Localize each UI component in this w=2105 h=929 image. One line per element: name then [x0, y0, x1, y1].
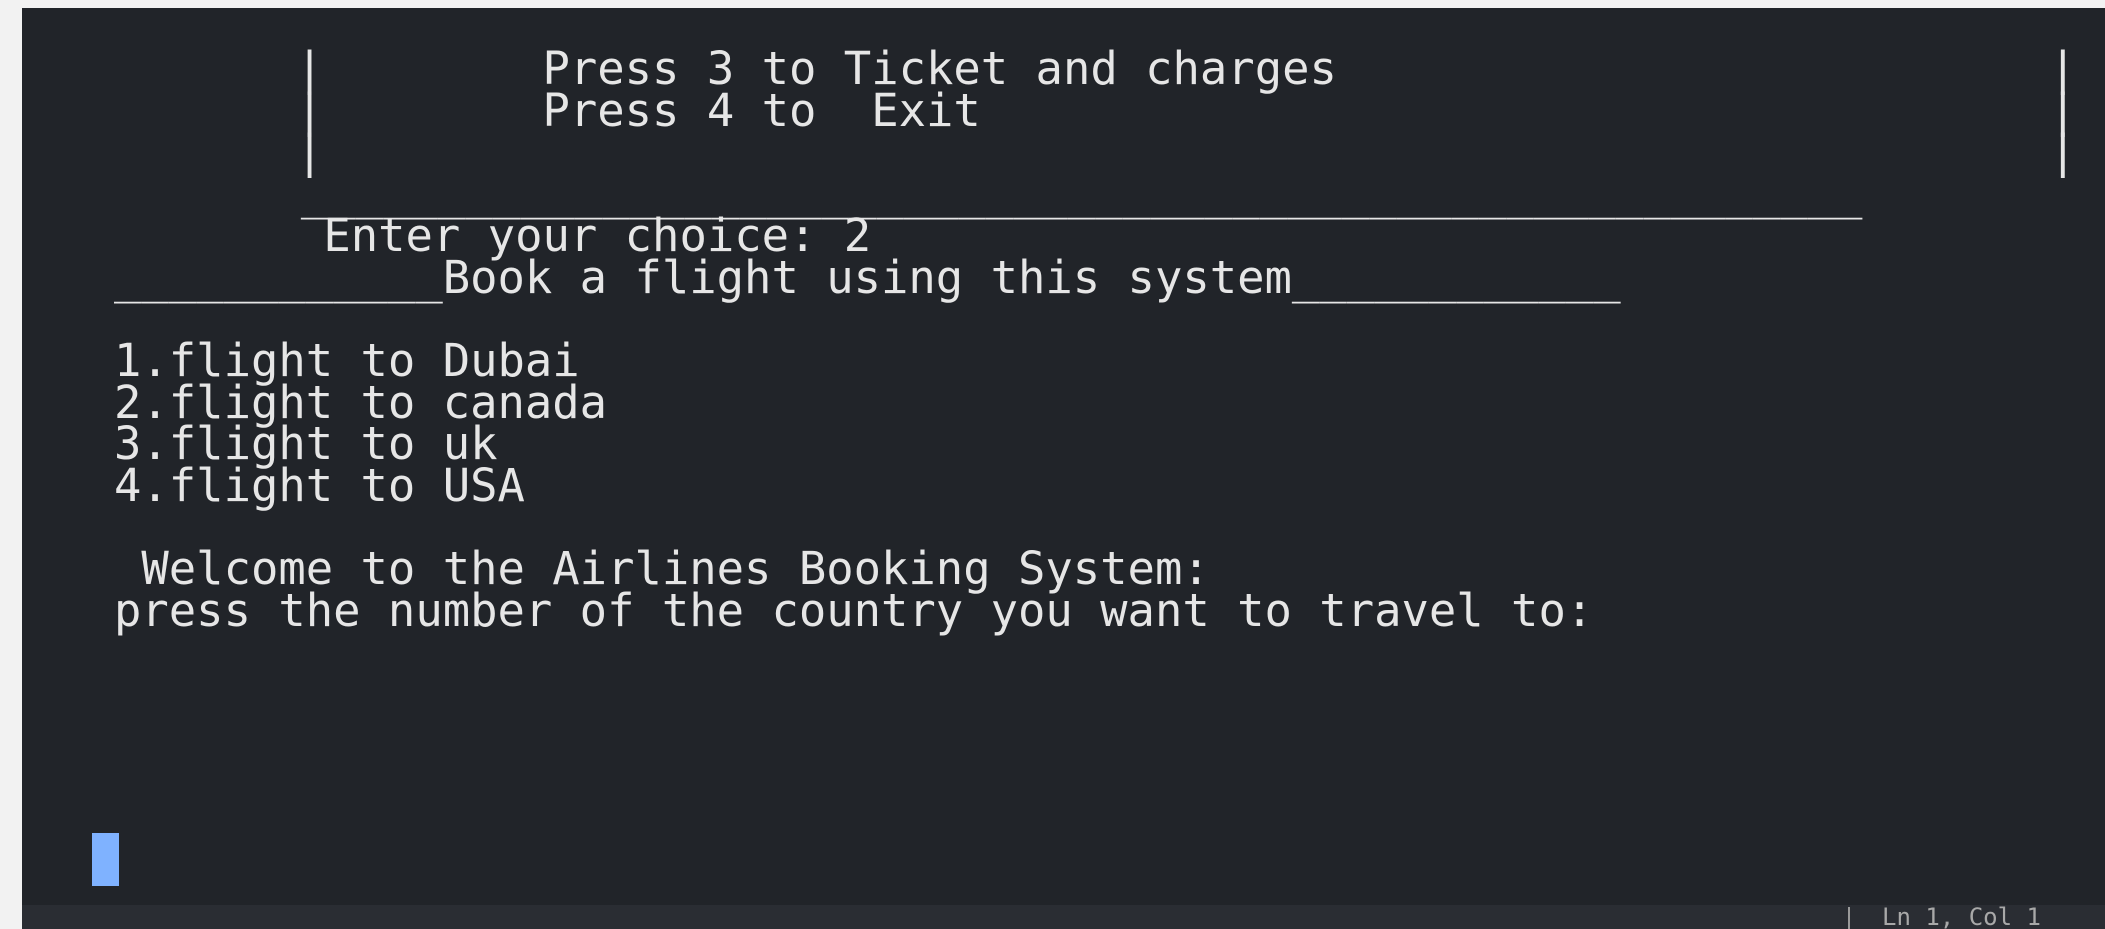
status-divider [1848, 907, 1850, 929]
status-position-text: Ln 1, Col 1 [1882, 905, 2041, 929]
option-usa: 4.flight to USA [114, 459, 525, 512]
terminal-panel[interactable]: | Press 3 to Ticket and charges | | Pres… [22, 8, 2105, 905]
country-prompt: press the number of the country you want… [114, 584, 1594, 637]
text-cursor[interactable] [92, 833, 119, 886]
section-header: ____________Book a flight using this sys… [114, 251, 1621, 304]
status-bar: Ln 1, Col 1 [22, 905, 2105, 929]
